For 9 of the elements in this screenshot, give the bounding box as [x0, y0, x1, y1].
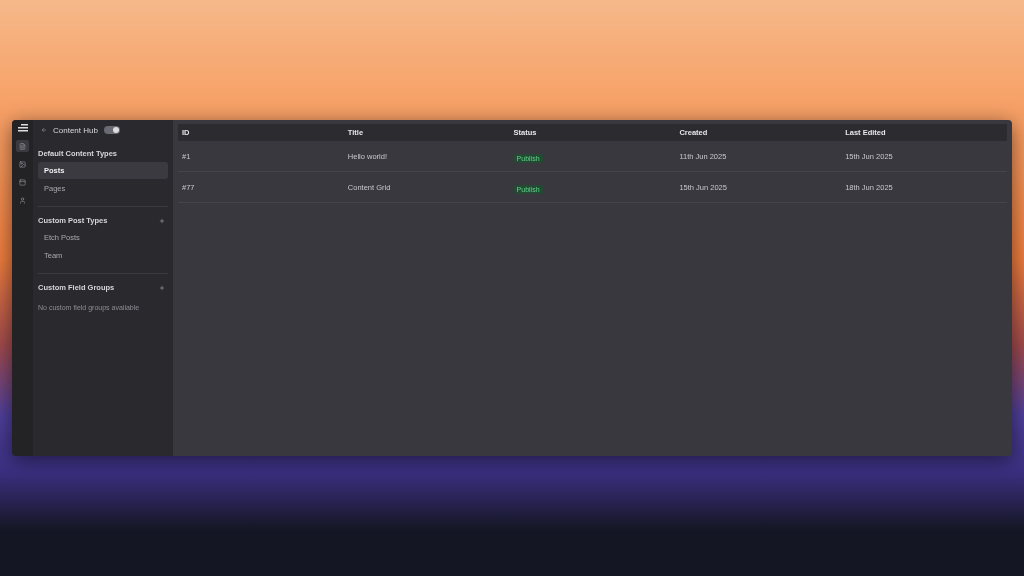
layout-icon[interactable]	[16, 176, 29, 188]
image-icon[interactable]	[16, 158, 29, 170]
toggle-switch[interactable]	[103, 126, 120, 134]
back-arrow-icon[interactable]	[41, 127, 47, 133]
posts-icon[interactable]	[16, 140, 29, 152]
add-icon[interactable]	[159, 217, 165, 224]
add-icon[interactable]	[159, 284, 165, 291]
logo-icon	[17, 124, 28, 132]
page-title: Content Hub	[53, 125, 98, 135]
